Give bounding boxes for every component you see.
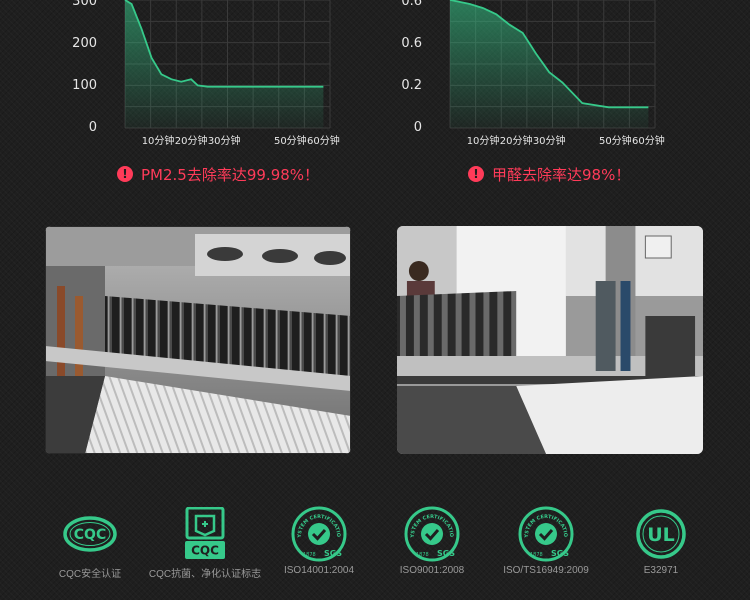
badge-check-disc: [421, 523, 443, 545]
cert-cqc-safety: CQC CQC安全认证: [30, 506, 150, 580]
x-tick-label: 50分钟: [599, 134, 632, 147]
sgs-iso-logo-icon: SYSTEM CERTIFICATION1878SGS: [486, 506, 606, 562]
cert-label: CQC抗菌、净化认证标志: [148, 569, 262, 580]
x-tick-label: 10分钟: [467, 134, 500, 147]
ul-logo-icon: UL: [601, 506, 721, 562]
x-tick-label: 30分钟: [533, 134, 566, 147]
y-tick-label: 0.6: [401, 0, 422, 9]
pm25-removal-chart: 300 200 100 0 10分钟 20分钟 30分钟 50分钟 60分钟: [60, 0, 340, 150]
cert-label: E32971: [643, 565, 679, 576]
badge-year: 1878: [416, 552, 429, 558]
y-tick-label: 0.2: [401, 78, 422, 93]
ul-logo-text: UL: [647, 524, 675, 546]
y-tick-label: 0.6: [401, 36, 422, 51]
sgs-iso-logo-icon: SYSTEM CERTIFICATION1878SGS: [259, 506, 379, 562]
alert-icon: !: [117, 166, 133, 182]
pm25-removal-stat: ! PM2.5去除率达99.98%！: [117, 162, 319, 186]
formaldehyde-removal-stat: ! 甲醛去除率达98%！: [468, 162, 630, 186]
x-tick-label: 60分钟: [632, 134, 665, 147]
cqc-logo-icon: CQC: [30, 506, 150, 562]
y-tick-label: 0: [89, 120, 97, 135]
cert-iso-ts16949: SYSTEM CERTIFICATION1878SGS ISO/TS16949:…: [486, 506, 606, 576]
y-tick-label: 200: [72, 36, 97, 51]
y-tick-label: 300: [72, 0, 97, 9]
cqc-logo-text: CQC: [74, 527, 106, 543]
x-tick-label: 10分钟: [142, 134, 175, 147]
formaldehyde-removal-text: 甲醛去除率达98%！: [492, 165, 631, 184]
sgs-logo-text: SGS: [324, 549, 342, 558]
cert-cqc-purification: CQC CQC抗菌、净化认证标志: [145, 506, 265, 580]
cert-label: ISO14001:2004: [283, 565, 355, 576]
filter-paper-machine-photo: [397, 226, 703, 454]
badge-check-disc: [535, 523, 557, 545]
badge-check-disc: [308, 523, 330, 545]
badge-year: 1878: [303, 552, 316, 558]
x-tick-label: 20分钟: [500, 134, 533, 147]
cert-iso14001: SYSTEM CERTIFICATION1878SGS ISO14001:200…: [259, 506, 379, 576]
y-tick-label: 100: [72, 78, 97, 93]
cert-label: ISO9001:2008: [399, 565, 465, 576]
cert-label: CQC安全认证: [58, 569, 122, 580]
cqc-purification-logo-icon: CQC: [145, 506, 265, 562]
pm25-removal-text: PM2.5去除率达99.98%！: [141, 165, 320, 184]
x-tick-label: 50分钟: [274, 134, 307, 147]
x-tick-label: 20分钟: [175, 134, 208, 147]
cert-ul: UL E32971: [601, 506, 721, 576]
cqc-purification-logo-text: CQC: [191, 544, 219, 558]
x-tick-label: 30分钟: [208, 134, 241, 147]
badge-year: 1878: [530, 552, 543, 558]
pleating-machine-photo: [45, 226, 351, 454]
sgs-logo-text: SGS: [551, 549, 569, 558]
x-tick-label: 60分钟: [307, 134, 340, 147]
cert-label: ISO/TS16949:2009: [503, 565, 589, 576]
sgs-iso-logo-icon: SYSTEM CERTIFICATION1878SGS: [372, 506, 492, 562]
y-tick-label: 0: [414, 120, 422, 135]
sgs-logo-text: SGS: [437, 549, 455, 558]
alert-icon: !: [468, 166, 484, 182]
formaldehyde-removal-chart: 0.6 0.6 0.2 0 10分钟 20分钟 30分钟 50分钟 60分钟: [385, 0, 665, 150]
cert-iso9001: SYSTEM CERTIFICATION1878SGS ISO9001:2008: [372, 506, 492, 576]
